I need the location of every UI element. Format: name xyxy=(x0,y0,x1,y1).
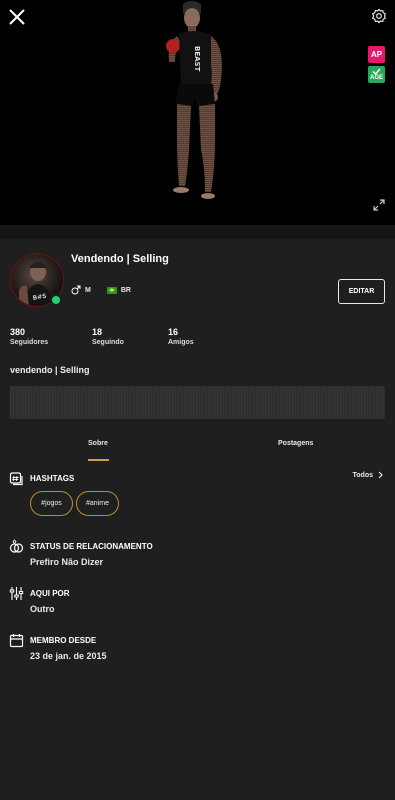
edit-profile-button[interactable]: EDITAR xyxy=(338,279,385,304)
online-status-dot xyxy=(50,294,62,306)
profile-banner xyxy=(10,386,385,419)
rings-icon xyxy=(9,539,24,553)
stat-followers[interactable]: 380 Seguidores xyxy=(10,327,48,346)
hashtag-chip[interactable]: #anime xyxy=(76,491,119,516)
age-badge-label: AGE xyxy=(369,75,383,81)
stat-label: Amigos xyxy=(168,339,194,346)
calendar-icon xyxy=(9,634,24,648)
hashtag-chip[interactable]: #jogos xyxy=(30,491,73,516)
member-since-title: MEMBRO DESDE xyxy=(30,636,97,645)
stat-label: Seguindo xyxy=(92,339,124,346)
hero-divider xyxy=(0,225,395,239)
avatar-hero: AP AGE BEAST xyxy=(0,0,395,225)
stat-label: Seguidores xyxy=(10,339,49,346)
hashtags-all-link[interactable]: Todos xyxy=(353,471,383,479)
relationship-value: Prefiro Não Dizer xyxy=(30,557,104,567)
relationship-title: STATUS DE RELACIONAMENTO xyxy=(30,542,153,551)
gear-icon[interactable] xyxy=(371,7,387,25)
here-for-title: AQUI POR xyxy=(30,589,70,598)
tab-about[interactable]: Sobre xyxy=(88,440,108,447)
tab-posts[interactable]: Postagens xyxy=(278,440,313,447)
all-label: Todos xyxy=(352,471,373,479)
avatar-3d-figure: BEAST xyxy=(166,1,222,199)
brazil-flag-icon xyxy=(106,286,117,294)
bio-title: vendendo | Selling xyxy=(10,365,90,375)
close-icon[interactable] xyxy=(6,6,28,28)
ap-badge[interactable]: AP xyxy=(368,46,385,63)
male-icon xyxy=(71,285,81,295)
stat-friends[interactable]: 16 Amigos xyxy=(168,327,194,346)
hashtag-icon xyxy=(9,472,23,486)
tab-active-indicator xyxy=(88,459,109,461)
country-label: BR xyxy=(120,286,131,294)
expand-icon[interactable] xyxy=(373,199,385,211)
stat-value: 16 xyxy=(168,327,179,337)
hashtags-title: HASHTAGS xyxy=(30,474,75,483)
profile-username: Vendendo | Selling xyxy=(71,253,169,265)
stat-following[interactable]: 18 Seguindo xyxy=(92,327,124,346)
stat-value: 18 xyxy=(92,327,103,337)
check-icon xyxy=(372,68,381,75)
stat-value: 380 xyxy=(10,327,26,337)
gender-label: M xyxy=(85,286,91,294)
profile-meta: M BR xyxy=(71,285,131,295)
sliders-icon xyxy=(9,587,24,600)
member-since-value: 23 de jan. de 2015 xyxy=(30,651,107,661)
svg-text:BEAST: BEAST xyxy=(193,46,201,72)
here-for-value: Outro xyxy=(30,604,55,614)
chevron-right-icon xyxy=(378,471,383,479)
age-verified-badge[interactable]: AGE xyxy=(368,66,385,83)
